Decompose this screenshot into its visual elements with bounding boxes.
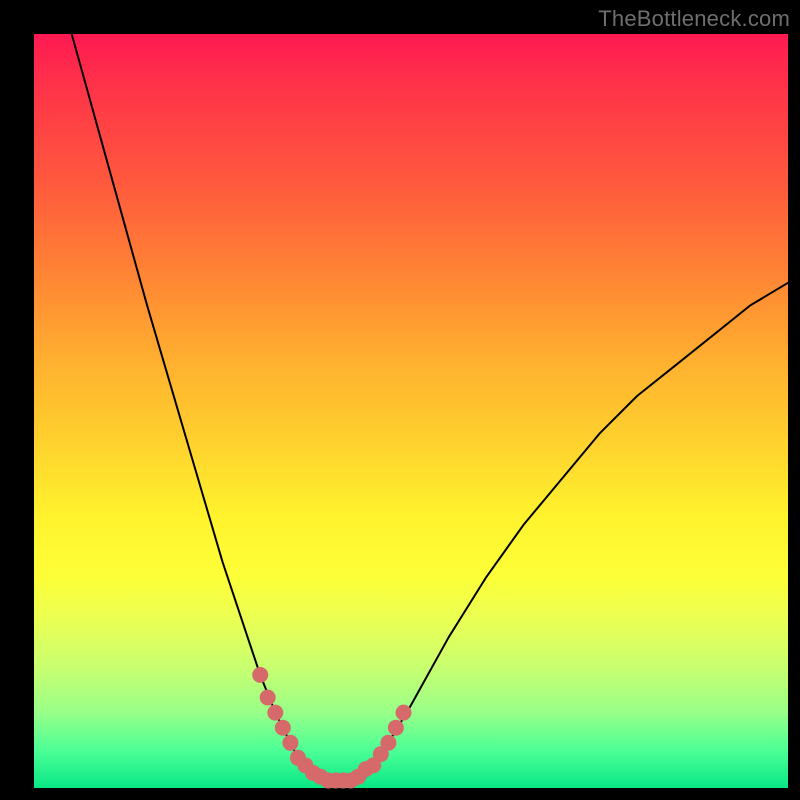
curve-marker [252,667,268,683]
chart-stage: TheBottleneck.com [0,0,800,800]
curve-marker [275,720,291,736]
plot-area [34,34,788,788]
curve-marker [388,720,404,736]
attribution-text: TheBottleneck.com [598,6,790,32]
curve-marker [380,735,396,751]
curve-marker [267,705,283,721]
chart-svg [34,34,788,788]
curve-marker [282,735,298,751]
curve-markers [252,667,411,789]
bottleneck-curve [72,34,788,781]
curve-marker [260,690,276,706]
curve-marker [396,705,412,721]
